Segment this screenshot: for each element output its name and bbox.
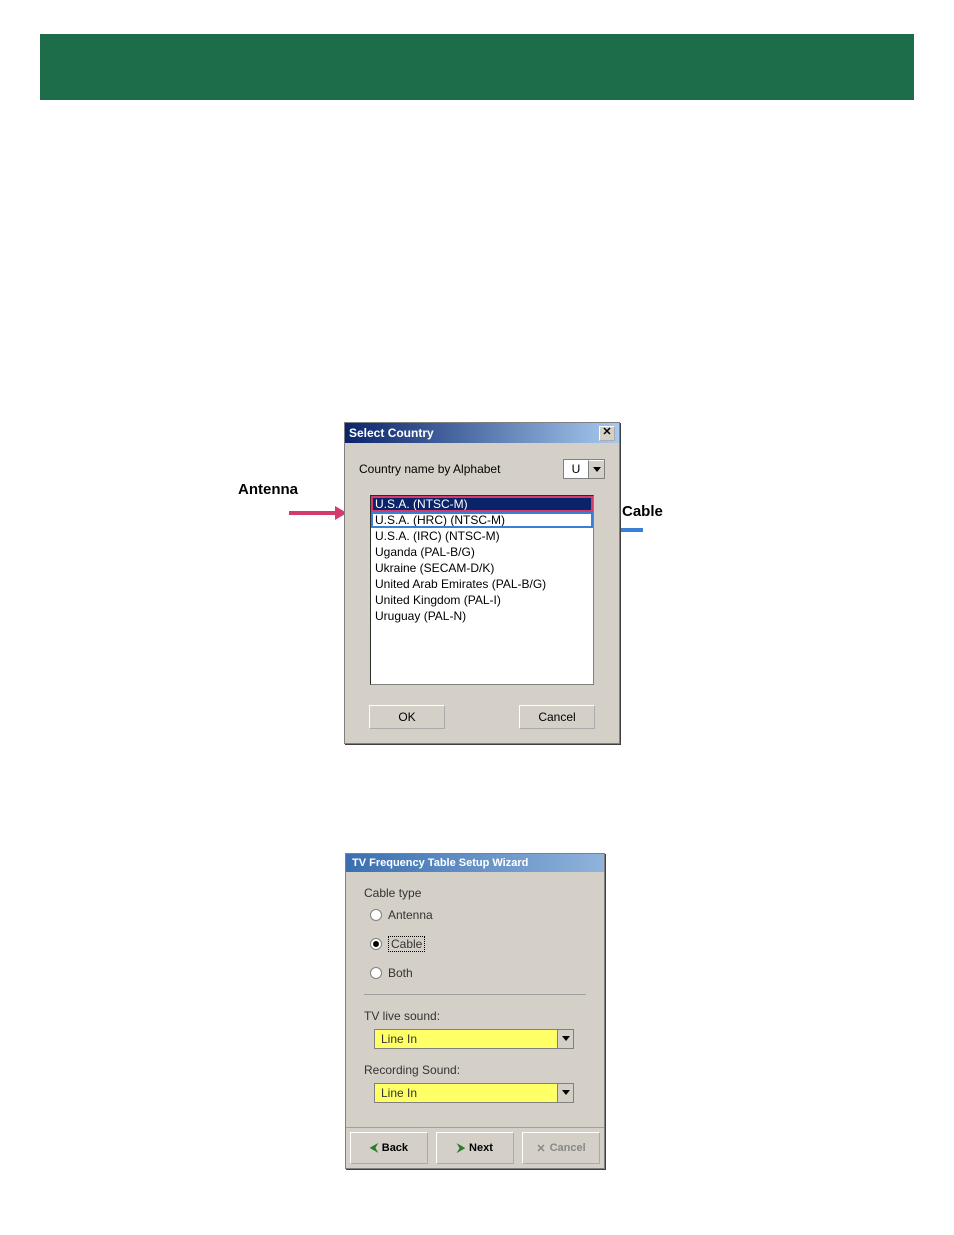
radio-icon [370, 909, 382, 921]
list-item[interactable]: Uganda (PAL-B/G) [371, 544, 593, 560]
chevron-down-icon [557, 1084, 573, 1102]
annotation-antenna-label: Antenna [238, 481, 298, 498]
dialog-titlebar[interactable]: Select Country ✕ [345, 423, 619, 443]
chevron-down-icon [588, 460, 604, 478]
next-label: Next [469, 1142, 493, 1154]
ok-button[interactable]: OK [369, 705, 445, 729]
list-item[interactable]: U.S.A. (IRC) (NTSC-M) [371, 528, 593, 544]
recording-sound-label: Recording Sound: [364, 1063, 586, 1077]
arrow-red-icon [289, 504, 347, 522]
dialog-titlebar[interactable]: TV Frequency Table Setup Wizard [346, 854, 604, 872]
list-item[interactable]: United Kingdom (PAL-I) [371, 592, 593, 608]
cancel-button[interactable]: ✕ Cancel [522, 1132, 600, 1164]
tv-live-sound-dropdown[interactable]: Line In [374, 1029, 574, 1049]
cable-type-label: Cable type [364, 886, 586, 900]
back-label: Back [382, 1142, 408, 1154]
next-button[interactable]: ⮞ Next [436, 1132, 514, 1164]
radio-both[interactable]: Both [370, 966, 586, 980]
alphabet-label: Country name by Alphabet [359, 462, 500, 476]
tv-live-sound-label: TV live sound: [364, 1009, 586, 1023]
page-header-bar [40, 34, 914, 100]
dropdown-value: Line In [375, 1030, 557, 1048]
radio-icon [370, 938, 382, 950]
alphabet-dropdown[interactable]: U [563, 459, 605, 479]
list-item[interactable]: United Arab Emirates (PAL-B/G) [371, 576, 593, 592]
tv-frequency-wizard-dialog: TV Frequency Table Setup Wizard Cable ty… [345, 853, 605, 1169]
select-country-dialog: Select Country ✕ Country name by Alphabe… [344, 422, 620, 744]
radio-label: Cable [388, 936, 425, 952]
divider [364, 994, 586, 995]
list-item[interactable]: U.S.A. (HRC) (NTSC-M) [371, 512, 593, 528]
list-item[interactable]: U.S.A. (NTSC-M) [371, 496, 593, 512]
back-icon: ⮜ [370, 1142, 378, 1155]
radio-label: Both [388, 966, 413, 980]
list-item[interactable]: Ukraine (SECAM-D/K) [371, 560, 593, 576]
alphabet-value: U [564, 460, 588, 478]
annotation-cable-label: Cable [622, 503, 663, 520]
cancel-label: Cancel [550, 1142, 586, 1154]
dialog-title: TV Frequency Table Setup Wizard [352, 857, 528, 869]
country-listbox[interactable]: U.S.A. (NTSC-M) U.S.A. (HRC) (NTSC-M) U.… [370, 495, 594, 685]
radio-cable[interactable]: Cable [370, 936, 586, 952]
radio-icon [370, 967, 382, 979]
cancel-button[interactable]: Cancel [519, 705, 595, 729]
list-item[interactable]: Uruguay (PAL-N) [371, 608, 593, 624]
back-button[interactable]: ⮜ Back [350, 1132, 428, 1164]
dialog-title: Select Country [349, 426, 434, 440]
radio-antenna[interactable]: Antenna [370, 908, 586, 922]
chevron-down-icon [557, 1030, 573, 1048]
recording-sound-dropdown[interactable]: Line In [374, 1083, 574, 1103]
cancel-icon: ✕ [536, 1142, 545, 1155]
close-button[interactable]: ✕ [599, 426, 615, 441]
next-icon: ⮞ [457, 1142, 465, 1155]
close-icon: ✕ [602, 426, 611, 438]
dropdown-value: Line In [375, 1084, 557, 1102]
radio-label: Antenna [388, 908, 433, 922]
